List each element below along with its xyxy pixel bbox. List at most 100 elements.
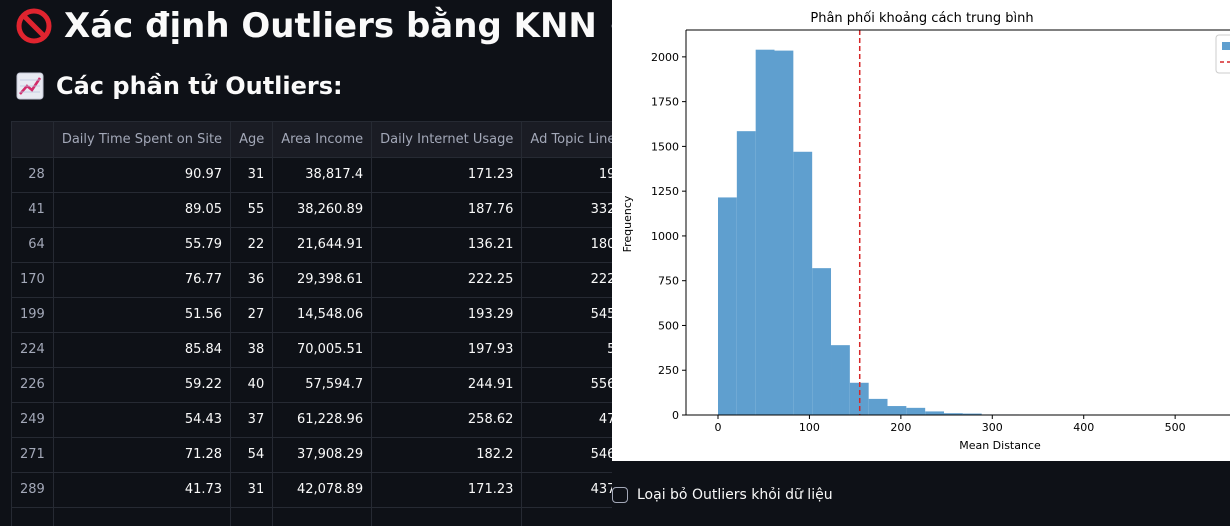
column-header[interactable]: Age xyxy=(230,122,274,158)
table-cell[interactable]: 182.2 xyxy=(371,437,523,473)
row-index-cell[interactable]: 28 xyxy=(12,157,54,193)
table-cell[interactable]: 222.25 xyxy=(371,262,523,298)
legend-box xyxy=(1215,34,1230,74)
table-cell[interactable]: 14,548.06 xyxy=(272,297,373,333)
y-tick-label: 1500 xyxy=(651,140,679,153)
table-cell[interactable]: 5 xyxy=(521,332,612,368)
table-cell[interactable]: 37,908.29 xyxy=(272,437,373,473)
table-row[interactable]: 17076.773629,398.61222.25222 xyxy=(12,262,612,298)
row-index-cell[interactable]: 226 xyxy=(12,367,54,403)
table-cell[interactable]: 546 xyxy=(521,437,612,473)
remove-outliers-checkbox-row[interactable]: Loại bỏ Outliers khỏi dữ liệu xyxy=(612,487,833,503)
column-header[interactable]: Ad Topic Line xyxy=(521,122,612,158)
table-cell[interactable]: 171.23 xyxy=(371,157,523,193)
row-index-cell[interactable]: 41 xyxy=(12,192,54,228)
remove-outliers-checkbox[interactable] xyxy=(612,487,628,503)
table-cell[interactable]: 171.23 xyxy=(371,472,523,508)
table-cell[interactable]: 71.28 xyxy=(53,437,232,473)
table-cell[interactable]: 55.79 xyxy=(53,227,232,263)
table-cell[interactable] xyxy=(521,507,612,526)
column-header[interactable]: Daily Time Spent on Site xyxy=(53,122,232,158)
table-cell[interactable]: 258.62 xyxy=(371,402,523,438)
table-cell[interactable]: 193.29 xyxy=(371,297,523,333)
table-cell[interactable]: 21,644.91 xyxy=(272,227,373,263)
table-cell[interactable]: 545 xyxy=(521,297,612,333)
table-cell[interactable]: 19 xyxy=(521,157,612,193)
row-index-cell[interactable]: 170 xyxy=(12,262,54,298)
table-row[interactable]: 2890.973138,817.4171.2319 xyxy=(12,157,612,193)
table-row[interactable]: 6455.792221,644.91136.21180 xyxy=(12,227,612,263)
table-cell[interactable] xyxy=(230,507,274,526)
table-cell[interactable]: 51.56 xyxy=(53,297,232,333)
table-cell[interactable]: 89.05 xyxy=(53,192,232,228)
table-cell[interactable]: 437 xyxy=(521,472,612,508)
table-cell[interactable]: 556 xyxy=(521,367,612,403)
row-index-cell[interactable]: 289 xyxy=(12,472,54,508)
histogram-bar xyxy=(755,49,775,416)
table-cell[interactable]: 40 xyxy=(230,367,274,403)
page-title: Xác định Outliers bằng KNN xyxy=(16,2,629,50)
table-cell[interactable] xyxy=(272,507,373,526)
table-row[interactable]: 4189.055538,260.89187.76332 xyxy=(12,192,612,228)
remove-outliers-label[interactable]: Loại bỏ Outliers khỏi dữ liệu xyxy=(637,487,833,503)
row-index-cell[interactable]: 224 xyxy=(12,332,54,368)
table-cell[interactable]: 222 xyxy=(521,262,612,298)
table-cell[interactable]: 85.84 xyxy=(53,332,232,368)
y-tick-label: 1250 xyxy=(651,185,679,198)
table-cell[interactable]: 55 xyxy=(230,192,274,228)
table-cell[interactable]: 47 xyxy=(521,402,612,438)
table-cell[interactable]: 76.77 xyxy=(53,262,232,298)
table-row[interactable]: 22485.843870,005.51197.935 xyxy=(12,332,612,368)
table-cell[interactable]: 70,005.51 xyxy=(272,332,373,368)
table-cell[interactable]: 59.22 xyxy=(53,367,232,403)
row-index-cell[interactable]: 64 xyxy=(12,227,54,263)
table-cell[interactable]: 38 xyxy=(230,332,274,368)
y-tick-label: 500 xyxy=(658,319,679,332)
table-cell[interactable]: 197.93 xyxy=(371,332,523,368)
column-header[interactable]: Daily Internet Usage xyxy=(371,122,523,158)
x-tick-label: 100 xyxy=(799,421,820,434)
table-row[interactable]: 27171.285437,908.29182.2546 xyxy=(12,437,612,473)
table-cell[interactable]: 244.91 xyxy=(371,367,523,403)
table-cell[interactable]: 36 xyxy=(230,262,274,298)
table-cell[interactable]: 31 xyxy=(230,472,274,508)
outliers-table[interactable]: Daily Time Spent on Site Age Area Income… xyxy=(11,121,612,526)
table-header-row: Daily Time Spent on Site Age Area Income… xyxy=(12,122,612,158)
column-header-index[interactable] xyxy=(12,122,54,158)
distance-histogram: Phân phối khoảng cách trung bình Mean Di… xyxy=(612,0,1230,461)
y-tick-label: 1000 xyxy=(651,230,679,243)
table-cell[interactable]: 90.97 xyxy=(53,157,232,193)
y-tick-label: 0 xyxy=(672,409,679,422)
table-cell[interactable]: 42,078.89 xyxy=(272,472,373,508)
y-tick-label: 750 xyxy=(658,275,679,288)
table-cell[interactable]: 41.73 xyxy=(53,472,232,508)
table-cell[interactable]: 136.21 xyxy=(371,227,523,263)
table-cell[interactable]: 61,228.96 xyxy=(272,402,373,438)
table-cell[interactable]: 31 xyxy=(230,157,274,193)
y-tick-label: 2000 xyxy=(651,51,679,64)
table-cell[interactable]: 187.76 xyxy=(371,192,523,228)
table-cell[interactable]: 54.43 xyxy=(53,402,232,438)
table-cell[interactable] xyxy=(53,507,232,526)
table-row[interactable]: 28941.733142,078.89171.23437 xyxy=(12,472,612,508)
table-cell[interactable]: 332 xyxy=(521,192,612,228)
table-cell[interactable]: 38,817.4 xyxy=(272,157,373,193)
table-row[interactable] xyxy=(12,507,612,526)
table-cell[interactable] xyxy=(371,507,523,526)
row-index-cell[interactable]: 199 xyxy=(12,297,54,333)
table-row[interactable]: 19951.562714,548.06193.29545 xyxy=(12,297,612,333)
table-cell[interactable]: 29,398.61 xyxy=(272,262,373,298)
table-cell[interactable]: 57,594.7 xyxy=(272,367,373,403)
table-row[interactable]: 24954.433761,228.96258.6247 xyxy=(12,402,612,438)
row-index-cell[interactable]: 271 xyxy=(12,437,54,473)
table-cell[interactable]: 38,260.89 xyxy=(272,192,373,228)
table-cell[interactable]: 180 xyxy=(521,227,612,263)
table-cell[interactable]: 37 xyxy=(230,402,274,438)
column-header[interactable]: Area Income xyxy=(272,122,373,158)
row-index-cell[interactable]: 249 xyxy=(12,402,54,438)
row-index-cell[interactable] xyxy=(12,507,54,526)
table-row[interactable]: 22659.224057,594.7244.91556 xyxy=(12,367,612,403)
table-cell[interactable]: 54 xyxy=(230,437,274,473)
table-cell[interactable]: 22 xyxy=(230,227,274,263)
table-cell[interactable]: 27 xyxy=(230,297,274,333)
